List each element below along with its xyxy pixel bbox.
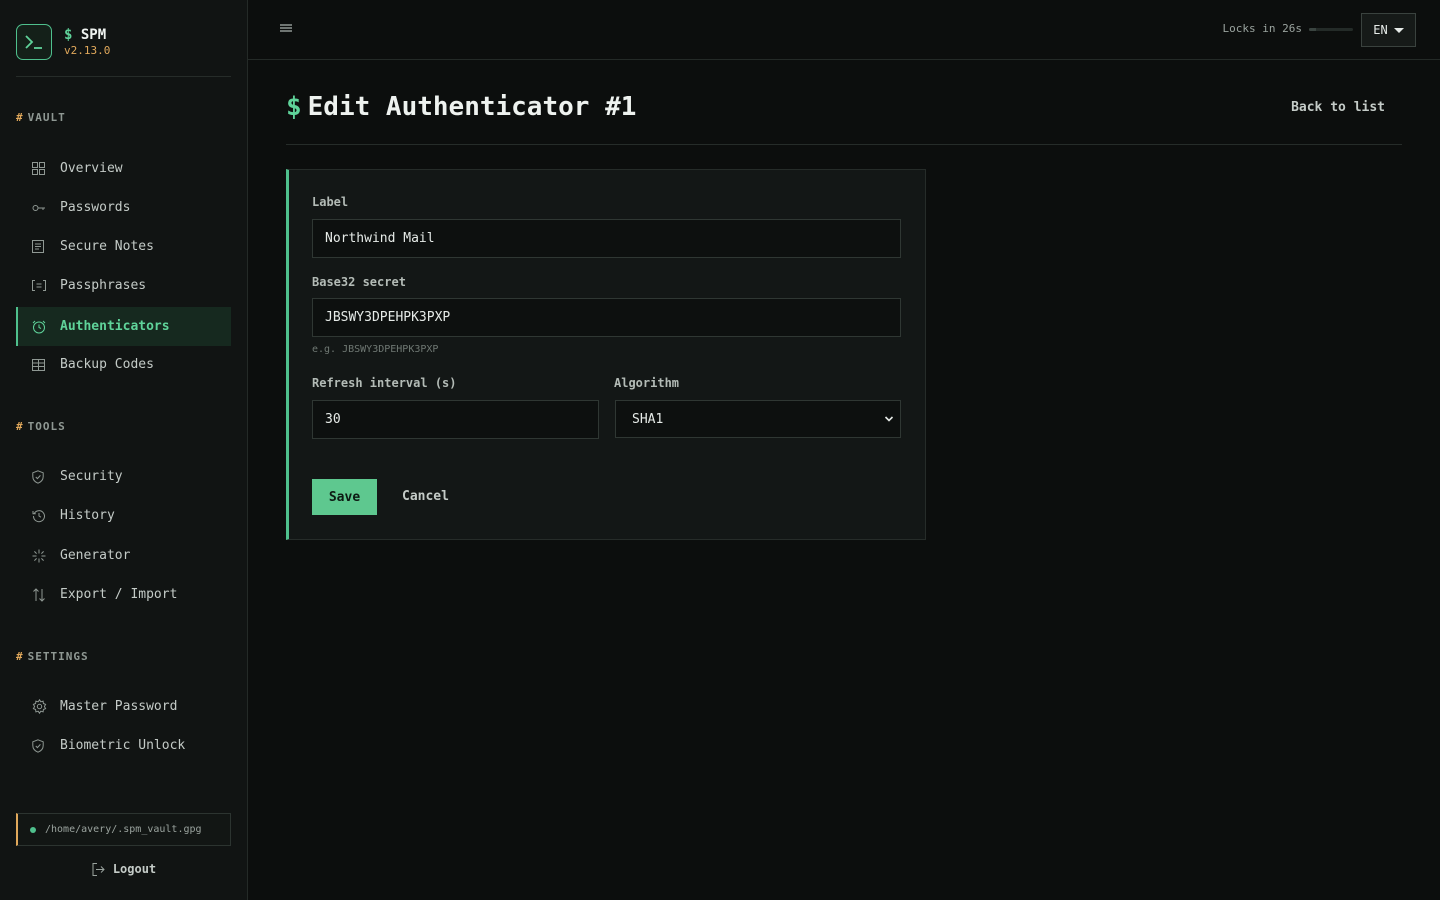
algorithm-select[interactable]: SHA1 [615,400,901,438]
secret-input[interactable] [312,298,901,337]
sidebar-item-label: Export / Import [60,587,178,602]
sidebar-item-generator[interactable]: Generator [16,536,231,575]
status-dot-icon [30,826,36,833]
divider [16,76,231,77]
sidebar-item-label: Authenticators [60,319,170,334]
sidebar-item-security[interactable]: Security [16,457,231,496]
sidebar-item-label: Passphrases [60,278,147,293]
vault-path-indicator: /home/avery/.spm_vault.gpg [16,813,231,846]
language-label: EN [1373,23,1388,37]
secret-field-label: Base32 secret [312,275,406,289]
label-field-label: Label [312,195,349,209]
app-name: $ SPM [64,27,110,44]
sidebar-item-label: Secure Notes [60,239,154,254]
bracket-icon [32,278,60,294]
sidebar-item-biometric-unlock[interactable]: Biometric Unlock [16,726,231,765]
secret-hint: e.g. JBSWY3DPEHPK3PXP [312,344,439,355]
sidebar-item-passphrases[interactable]: Passphrases [16,266,231,305]
shield-icon [32,469,60,485]
sidebar-item-label: Overview [60,161,123,176]
key-icon [32,200,60,216]
sidebar-item-authenticators[interactable]: Authenticators [16,307,231,346]
sidebar-item-label: Generator [60,548,131,563]
sidebar-item-label: Backup Codes [60,357,154,372]
refresh-interval-input[interactable] [312,400,599,439]
sparkle-icon [32,548,60,564]
sidebar-item-secure-notes[interactable]: Secure Notes [16,227,231,266]
terminal-logo-icon [16,24,52,60]
sidebar-item-backup-codes[interactable]: Backup Codes [16,345,231,384]
history-icon [32,508,60,524]
arrows-icon [32,587,60,603]
logout-button[interactable]: Logout [0,859,248,879]
label-input[interactable] [312,219,901,258]
brand-name-text: SPM [80,26,107,43]
sidebar-item-master-password[interactable]: Master Password [16,687,231,726]
vault-path-text: /home/avery/.spm_vault.gpg [45,824,202,835]
algorithm-value: SHA1 [632,411,664,427]
app-version: v2.13.0 [64,43,111,57]
sidebar-item-label: History [60,508,115,523]
divider [286,144,1402,145]
language-selector[interactable]: EN [1361,13,1416,47]
sidebar-item-history[interactable]: History [16,496,231,535]
logout-label: Logout [112,862,157,876]
auto-lock-progress [1309,28,1353,31]
cancel-button[interactable]: Cancel [402,489,449,504]
sidebar-item-label: Security [60,469,123,484]
sidebar-item-label: Passwords [60,200,131,215]
save-button[interactable]: Save [312,479,377,515]
interval-field-label: Refresh interval (s) [312,376,457,390]
back-to-list-link[interactable]: Back to list [1291,100,1385,115]
algorithm-field-label: Algorithm [614,376,680,390]
caret-down-icon [1393,27,1404,33]
clock-icon [32,319,60,335]
auto-lock-timer: Locks in 26s [1222,22,1302,35]
table-icon [32,357,60,373]
title-prompt: $ [286,92,302,122]
section-title-vault: # VAULT [16,111,66,124]
note-icon [32,239,60,255]
gear-icon [32,699,60,715]
auto-lock-progress-fill [1309,28,1316,31]
brand-prompt: $ [64,26,73,43]
hamburger-menu-icon[interactable] [280,22,294,36]
brand: $ SPM v2.13.0 [16,24,110,60]
grid-icon [32,161,60,177]
sidebar-item-label: Master Password [60,699,178,714]
section-title-settings: # SETTINGS [16,650,89,663]
chevron-down-icon [884,414,894,424]
logout-icon [92,862,105,876]
page-title-text: Edit Authenticator #1 [307,92,637,122]
sidebar-item-label: Biometric Unlock [60,738,186,753]
topbar: Locks in 26s EN [248,0,1440,60]
page-title: $ Edit Authenticator #1 [286,90,636,124]
section-title-tools: # TOOLS [16,420,66,433]
sidebar: $ SPM v2.13.0 # VAULT Overview Passwords … [0,0,248,900]
sidebar-item-overview[interactable]: Overview [16,149,231,188]
sidebar-item-export-import[interactable]: Export / Import [16,575,231,614]
shield-icon [32,738,60,754]
sidebar-item-passwords[interactable]: Passwords [16,188,231,227]
